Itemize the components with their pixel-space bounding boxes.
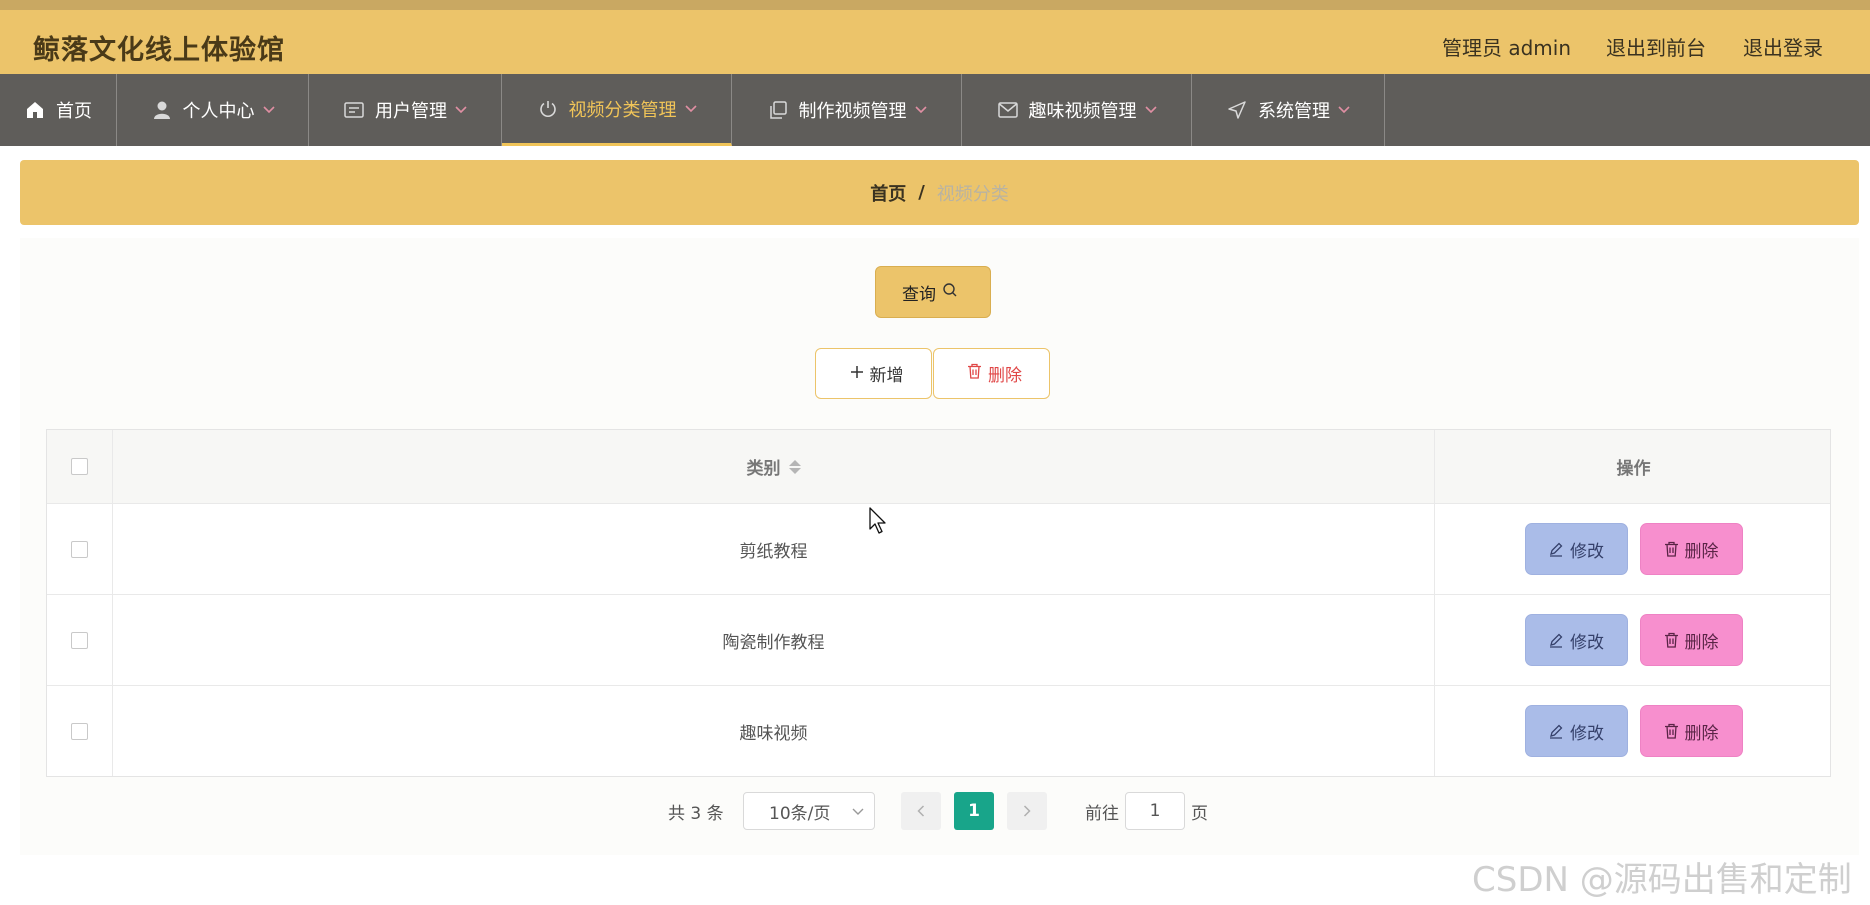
app-header: 鲸落文化线上体验馆 管理员 admin 退出到前台 退出登录 xyxy=(0,10,1870,74)
trash-icon xyxy=(1664,723,1678,739)
exit-to-front-link[interactable]: 退出到前台 xyxy=(1606,32,1706,61)
nav-item-system[interactable]: 系统管理 xyxy=(1192,74,1385,146)
category-cell: 陶瓷制作教程 xyxy=(113,595,1435,685)
page-suffix-label: 页 xyxy=(1191,803,1208,824)
nav-item-label: 个人中心 xyxy=(182,101,255,122)
sort-icon[interactable] xyxy=(788,459,801,474)
nav-item-home[interactable]: 首页 xyxy=(0,74,117,146)
next-page-button[interactable] xyxy=(1007,792,1047,830)
nav-item-label: 制作视频管理 xyxy=(798,101,907,122)
goto-page-input[interactable]: 1 xyxy=(1125,792,1185,830)
breadcrumb-home[interactable]: 首页 xyxy=(870,180,906,206)
edit-button[interactable]: 修改 xyxy=(1524,705,1628,757)
category-cell: 趣味视频 xyxy=(113,686,1435,776)
nav-item-production-video[interactable]: 制作视频管理 xyxy=(732,74,962,146)
admin-user-label: 管理员 admin xyxy=(1442,36,1572,60)
pagination-total: 共 3 条 xyxy=(668,803,724,824)
user-icon xyxy=(151,99,173,121)
search-icon xyxy=(936,282,964,303)
trash-icon xyxy=(961,363,988,384)
trash-icon xyxy=(1664,541,1678,557)
table-row: 趣味视频 修改 删除 xyxy=(47,685,1830,776)
chevron-down-icon xyxy=(1338,106,1350,114)
delete-button[interactable]: 删除 xyxy=(1639,705,1743,757)
edit-button[interactable]: 修改 xyxy=(1524,523,1628,575)
prev-page-button[interactable] xyxy=(901,792,941,830)
nav-item-label: 视频分类管理 xyxy=(568,99,677,121)
window-top-strip xyxy=(0,0,1870,10)
nav-item-label: 首页 xyxy=(56,101,92,122)
edit-icon xyxy=(1550,724,1563,739)
edit-icon xyxy=(1550,633,1563,648)
copy-icon xyxy=(767,99,789,121)
plus-icon xyxy=(844,364,870,384)
select-all-checkbox[interactable] xyxy=(71,458,88,475)
add-button-label: 新增 xyxy=(869,366,904,386)
query-button[interactable]: 查询 xyxy=(875,266,991,318)
chevron-right-icon xyxy=(1023,805,1031,817)
mail-icon xyxy=(997,99,1019,121)
chevron-down-icon xyxy=(262,106,275,114)
mouse-cursor-icon xyxy=(869,507,887,539)
main-nav: 首页 个人中心 用户管理 视频分类管理 制作视频管理 趣味视频管理 系统管理 xyxy=(0,74,1870,146)
add-button[interactable]: 新增 xyxy=(815,348,932,399)
send-icon xyxy=(1226,99,1248,121)
nav-item-label: 趣味视频管理 xyxy=(1028,101,1137,122)
chevron-down-icon xyxy=(684,104,697,113)
goto-label: 前往 xyxy=(1085,803,1119,824)
nav-item-personal-center[interactable]: 个人中心 xyxy=(117,74,309,146)
breadcrumb-separator: / xyxy=(918,182,925,203)
table-row: 陶瓷制作教程 修改 删除 xyxy=(47,594,1830,685)
column-header-category[interactable]: 类别 xyxy=(113,430,1435,503)
edit-button[interactable]: 修改 xyxy=(1524,614,1628,666)
home-icon xyxy=(24,99,46,121)
chevron-down-icon xyxy=(914,106,927,114)
row-checkbox[interactable] xyxy=(71,722,88,740)
query-button-label: 查询 xyxy=(902,284,936,305)
edit-icon xyxy=(1550,542,1563,557)
category-table: 类别 操作 剪纸教程 修改 删除 陶瓷制作教程 修改 删除 趣味视频 修改 删除 xyxy=(46,429,1831,777)
batch-delete-button[interactable]: 删除 xyxy=(933,348,1050,399)
chevron-down-icon xyxy=(455,106,467,114)
logout-link[interactable]: 退出登录 xyxy=(1743,32,1823,61)
delete-button[interactable]: 删除 xyxy=(1639,614,1743,666)
id-card-icon xyxy=(343,99,365,121)
nav-item-fun-video[interactable]: 趣味视频管理 xyxy=(962,74,1192,146)
chevron-left-icon xyxy=(917,805,925,817)
category-cell: 剪纸教程 xyxy=(113,504,1435,594)
table-row: 剪纸教程 修改 删除 xyxy=(47,503,1830,594)
nav-item-user-management[interactable]: 用户管理 xyxy=(309,74,502,146)
nav-item-label: 用户管理 xyxy=(375,101,447,122)
nav-item-label: 系统管理 xyxy=(1258,101,1330,122)
breadcrumb-current: 视频分类 xyxy=(936,183,1009,205)
trash-icon xyxy=(1664,632,1678,648)
row-checkbox[interactable] xyxy=(71,631,88,649)
table-header-row: 类别 操作 xyxy=(47,430,1830,503)
delete-button[interactable]: 删除 xyxy=(1639,523,1743,575)
row-checkbox[interactable] xyxy=(71,540,88,558)
chevron-down-icon xyxy=(1144,106,1157,114)
column-header-actions: 操作 xyxy=(1616,459,1651,479)
breadcrumb: 首页 / 视频分类 xyxy=(20,160,1859,225)
page-size-select[interactable]: 10条/页 xyxy=(743,792,875,830)
watermark: CSDN @源码出售和定制 xyxy=(1472,860,1852,900)
page-number-button[interactable]: 1 xyxy=(954,792,994,830)
nav-item-video-category[interactable]: 视频分类管理 xyxy=(502,74,732,146)
app-title: 鲸落文化线上体验馆 xyxy=(33,35,285,66)
power-icon xyxy=(537,98,559,120)
chevron-down-icon xyxy=(852,801,864,821)
batch-delete-label: 删除 xyxy=(988,366,1022,386)
